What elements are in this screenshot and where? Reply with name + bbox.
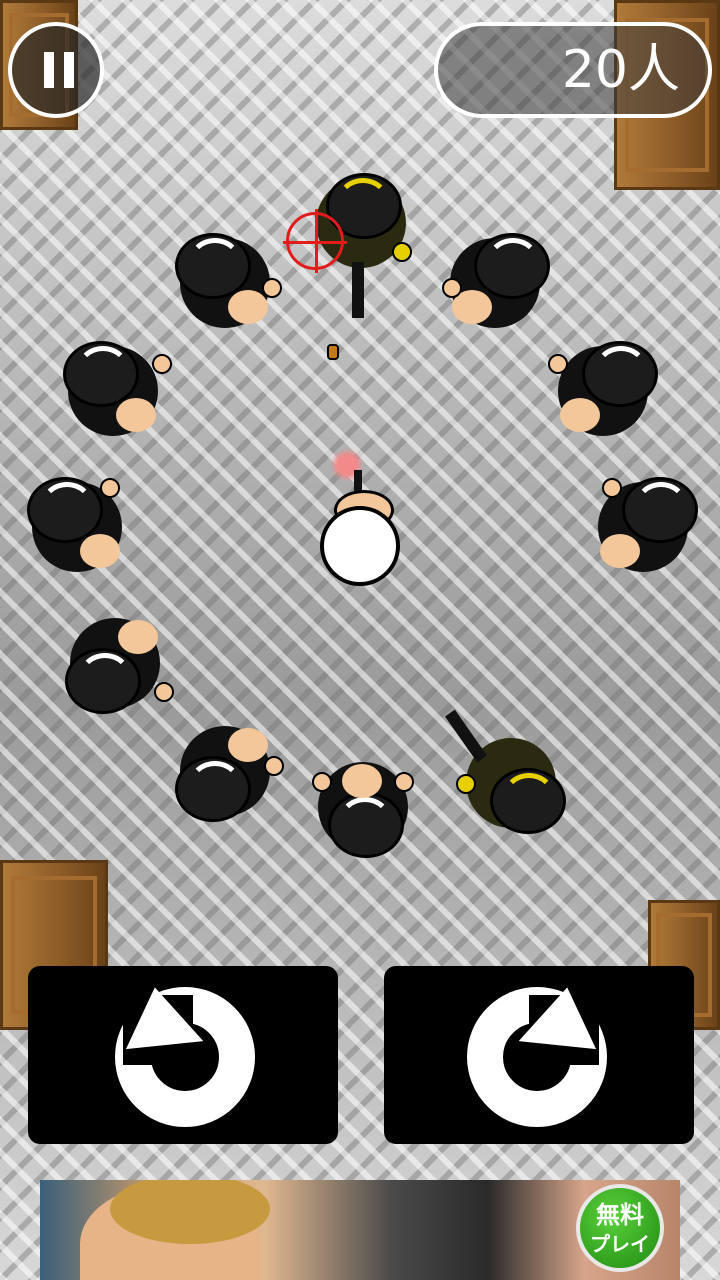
enemy-5 bbox=[22, 472, 132, 582]
rotate-clockwise-icon bbox=[467, 987, 607, 1127]
remaining-enemies-text: 20人 bbox=[561, 40, 680, 100]
crosshair-target bbox=[283, 209, 347, 273]
player-character bbox=[310, 470, 410, 590]
ad-image bbox=[80, 1180, 270, 1280]
enemy-6 bbox=[588, 472, 698, 582]
enemy-3 bbox=[58, 336, 172, 446]
pause-button[interactable] bbox=[8, 22, 104, 118]
ad-banner[interactable]: 無料 プレイ bbox=[40, 1180, 680, 1280]
enemy-1 bbox=[170, 228, 282, 338]
enemy-7 bbox=[60, 608, 174, 718]
free-play-badge[interactable]: 無料 プレイ bbox=[576, 1184, 664, 1272]
badge-line2: プレイ bbox=[590, 1232, 650, 1256]
bullet bbox=[327, 344, 339, 360]
rotate-left-button[interactable] bbox=[28, 966, 338, 1144]
enemy-4 bbox=[548, 336, 658, 446]
enemy-8 bbox=[170, 716, 284, 826]
rotate-right-button[interactable] bbox=[384, 966, 694, 1144]
enemy-2 bbox=[440, 228, 550, 338]
game-screen: { "hud": { "counter_text": "20人", "pause… bbox=[0, 0, 720, 1280]
boss-gun-top bbox=[352, 262, 364, 318]
enemy-9 bbox=[308, 752, 418, 862]
remaining-enemies-counter: 20人 bbox=[434, 22, 712, 118]
rotate-counterclockwise-icon bbox=[115, 987, 255, 1127]
badge-line1: 無料 bbox=[596, 1201, 644, 1229]
